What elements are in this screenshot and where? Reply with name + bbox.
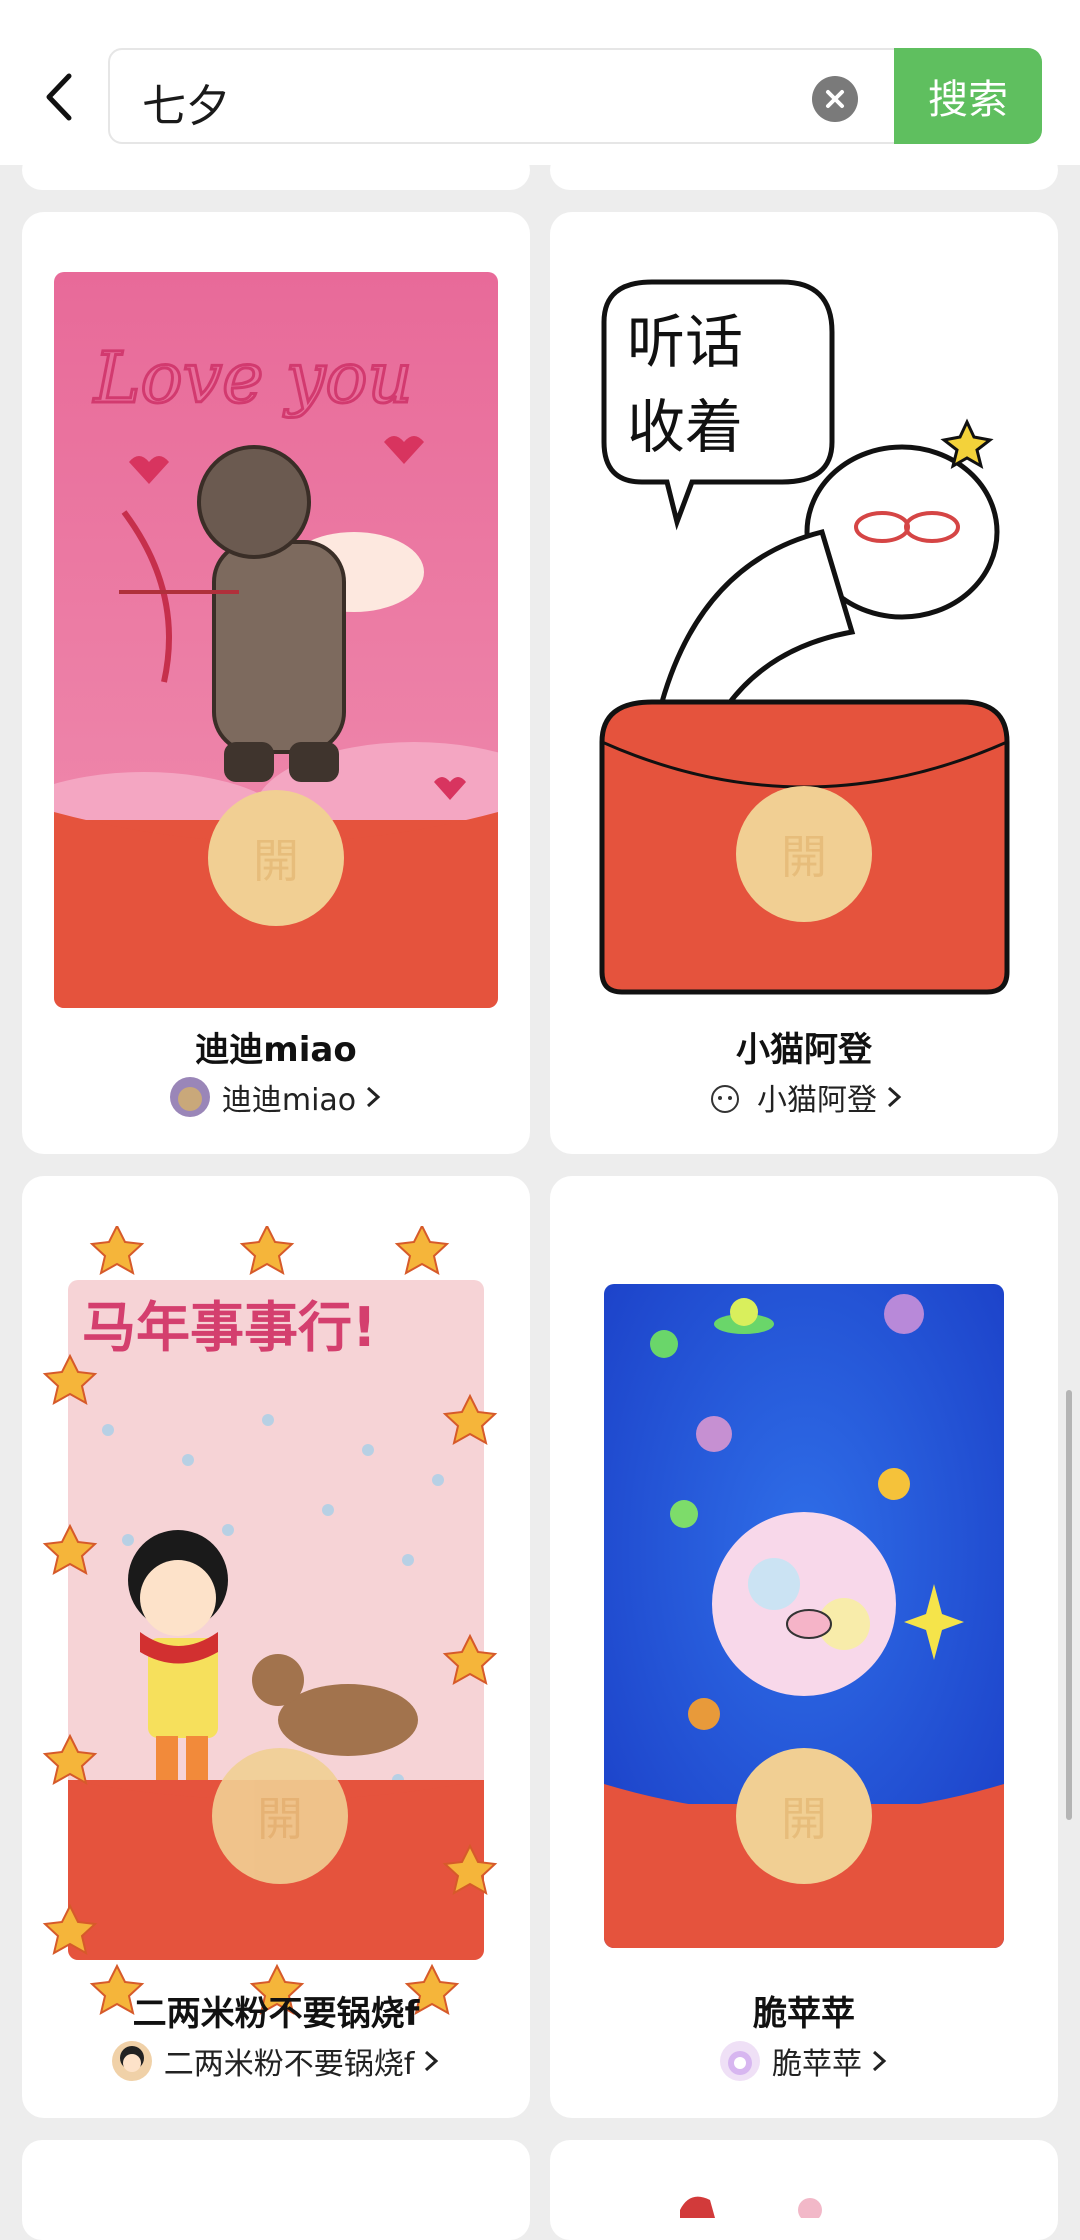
art-text: Love you bbox=[92, 337, 413, 419]
open-coin: 開 bbox=[736, 1748, 872, 1884]
card-partial-bottom-left[interactable] bbox=[22, 2140, 530, 2240]
red-packet-card[interactable]: 马年事事行! 開 二两米粉不要锅烧f 二两米粉不要锅烧f bbox=[22, 1176, 530, 2118]
art-text-line1: 听话 bbox=[627, 308, 743, 376]
avatar bbox=[705, 1077, 745, 1117]
open-coin: 開 bbox=[212, 1748, 348, 1884]
search-input[interactable]: 七夕 搜索 bbox=[108, 48, 1042, 144]
open-coin: 開 bbox=[208, 790, 344, 926]
author-link[interactable]: 迪迪miao bbox=[22, 1075, 530, 1119]
scrollbar[interactable] bbox=[1066, 1390, 1072, 1820]
back-button[interactable] bbox=[28, 62, 88, 132]
author-link[interactable]: 二两米粉不要锅烧f bbox=[22, 2039, 530, 2083]
red-packet-card[interactable]: 開 脆苹苹 脆苹苹 bbox=[550, 1176, 1058, 2118]
card-title: 脆苹苹 bbox=[753, 1994, 855, 2034]
card-title: 二两米粉不要锅烧f bbox=[132, 1994, 420, 2034]
author-name: 小猫阿登 bbox=[757, 1083, 877, 1118]
open-coin: 開 bbox=[736, 786, 872, 922]
avatar bbox=[111, 2041, 152, 2081]
star-border-decoration bbox=[42, 1226, 498, 2015]
author-link[interactable]: 脆苹苹 bbox=[550, 2039, 1058, 2083]
partial-cover-image bbox=[680, 2196, 822, 2218]
chevron-right-icon bbox=[364, 1084, 382, 1110]
art-text-line2: 收着 bbox=[627, 393, 743, 461]
chevron-left-icon bbox=[46, 73, 72, 121]
search-header: 七夕 搜索 bbox=[0, 0, 1080, 165]
avatar bbox=[169, 1077, 210, 1117]
chevron-right-icon bbox=[870, 2048, 888, 2074]
search-query[interactable]: 七夕 bbox=[142, 70, 230, 134]
author-name: 二两米粉不要锅烧f bbox=[163, 2047, 415, 2082]
card-partial-bottom-right[interactable] bbox=[550, 2140, 1058, 2240]
author-link[interactable]: 小猫阿登 bbox=[550, 1075, 1058, 1119]
red-packet-card[interactable]: 听话 收着 開 小猫阿登 小猫阿登 bbox=[550, 212, 1058, 1154]
avatar bbox=[720, 2041, 760, 2081]
search-button[interactable]: 搜索 bbox=[894, 48, 1042, 144]
clear-button[interactable] bbox=[812, 76, 858, 122]
chevron-right-icon bbox=[885, 1084, 903, 1110]
red-packet-card[interactable]: Love you 開 迪迪miao 迪迪miao bbox=[22, 212, 530, 1154]
card-title: 迪迪miao bbox=[195, 1030, 357, 1070]
author-name: 脆苹苹 bbox=[772, 2047, 862, 2082]
close-icon bbox=[826, 90, 844, 108]
card-title: 小猫阿登 bbox=[736, 1030, 872, 1070]
chevron-right-icon bbox=[422, 2048, 440, 2074]
author-name: 迪迪miao bbox=[221, 1083, 357, 1118]
